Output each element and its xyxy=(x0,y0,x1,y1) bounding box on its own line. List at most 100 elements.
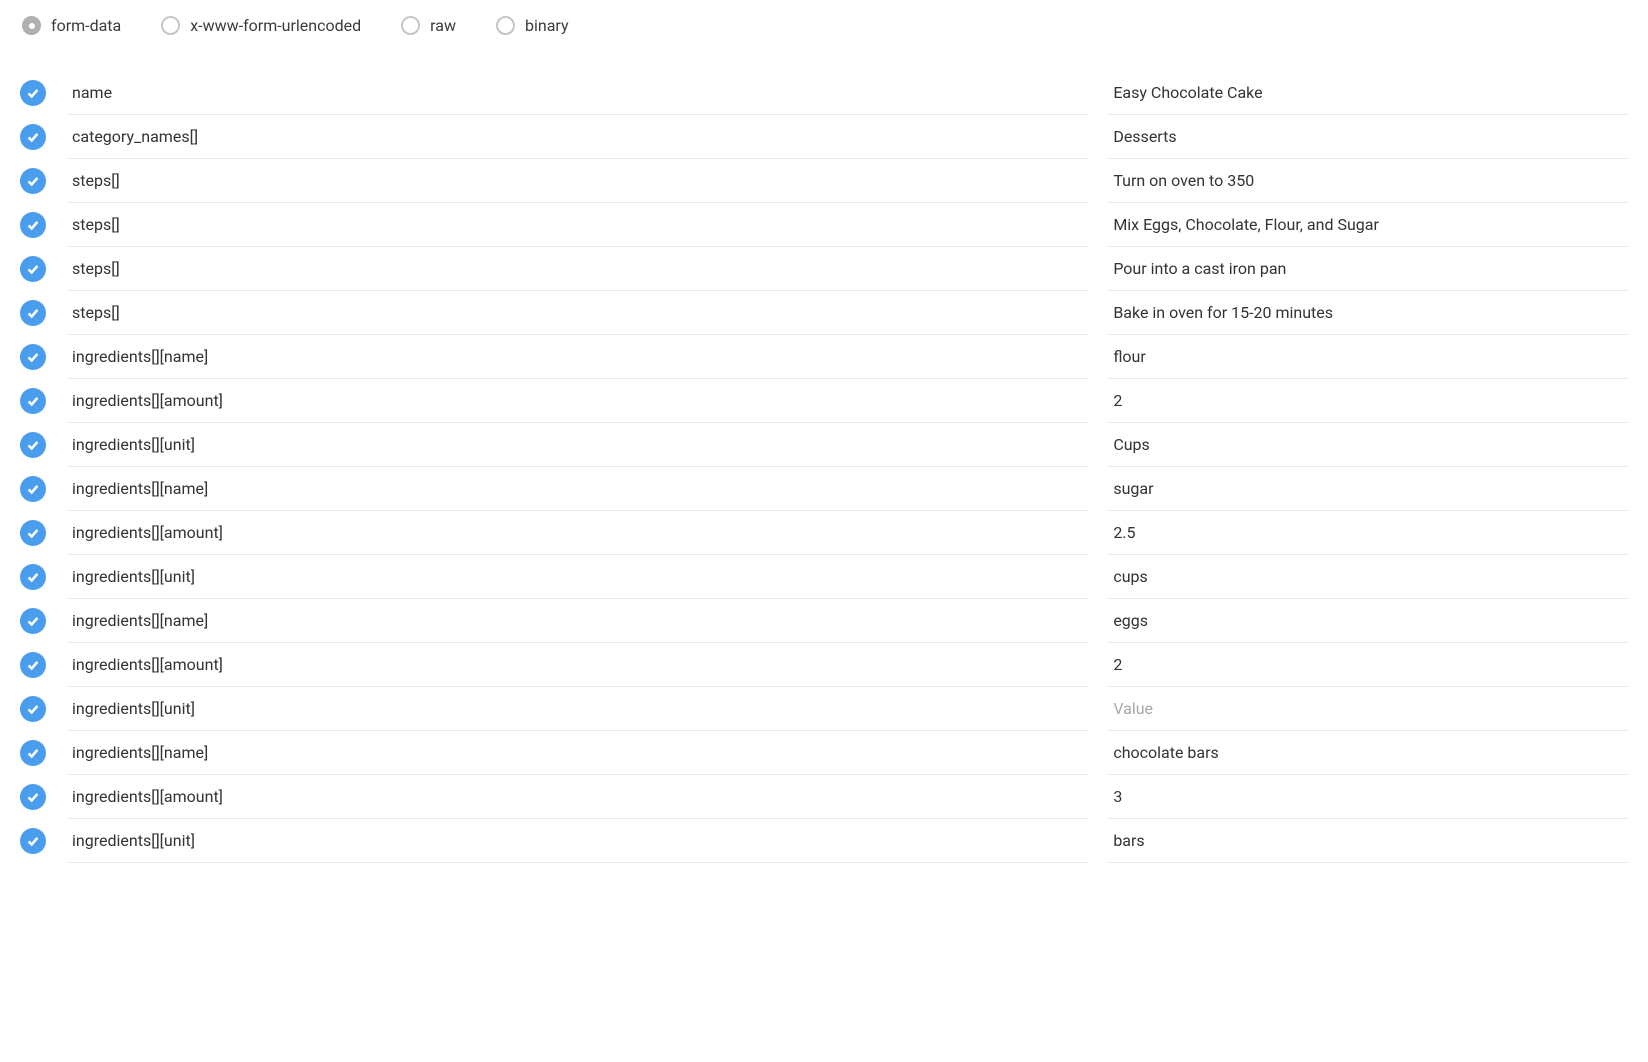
row-checkbox-wrap xyxy=(20,599,48,643)
value-input[interactable]: Cups xyxy=(1109,423,1628,467)
row-enabled-checkbox[interactable] xyxy=(20,476,46,502)
table-row: ingredients[][unit] Cups xyxy=(20,423,1628,467)
row-checkbox-wrap xyxy=(20,71,48,115)
key-input[interactable]: steps[] xyxy=(68,291,1089,335)
row-enabled-checkbox[interactable] xyxy=(20,520,46,546)
check-icon xyxy=(26,702,40,716)
row-checkbox-wrap xyxy=(20,555,48,599)
value-input[interactable]: 2.5 xyxy=(1109,511,1628,555)
table-row: ingredients[][name] chocolate bars xyxy=(20,731,1628,775)
row-enabled-checkbox[interactable] xyxy=(20,124,46,150)
value-input[interactable]: flour xyxy=(1109,335,1628,379)
row-checkbox-wrap xyxy=(20,115,48,159)
table-row: ingredients[][amount] 2 xyxy=(20,379,1628,423)
key-input[interactable]: ingredients[][unit] xyxy=(68,819,1089,863)
row-enabled-checkbox[interactable] xyxy=(20,300,46,326)
table-row: ingredients[][amount] 2.5 xyxy=(20,511,1628,555)
check-icon xyxy=(26,130,40,144)
table-row: ingredients[][unit] bars xyxy=(20,819,1628,863)
row-enabled-checkbox[interactable] xyxy=(20,564,46,590)
value-input[interactable]: 2 xyxy=(1109,643,1628,687)
check-icon xyxy=(26,746,40,760)
key-input[interactable]: ingredients[][name] xyxy=(68,599,1089,643)
check-icon xyxy=(26,306,40,320)
key-input[interactable]: ingredients[][amount] xyxy=(68,775,1089,819)
table-row: steps[] Bake in oven for 15-20 minutes xyxy=(20,291,1628,335)
value-input[interactable]: 3 xyxy=(1109,775,1628,819)
key-input[interactable]: steps[] xyxy=(68,203,1089,247)
key-input[interactable]: ingredients[][name] xyxy=(68,467,1089,511)
key-input[interactable]: ingredients[][name] xyxy=(68,335,1089,379)
value-input[interactable]: Bake in oven for 15-20 minutes xyxy=(1109,291,1628,335)
row-checkbox-wrap xyxy=(20,775,48,819)
value-input[interactable]: eggs xyxy=(1109,599,1628,643)
key-input[interactable]: ingredients[][amount] xyxy=(68,643,1089,687)
key-input[interactable]: ingredients[][unit] xyxy=(68,555,1089,599)
table-row: category_names[] Desserts xyxy=(20,115,1628,159)
table-row: steps[] Turn on oven to 350 xyxy=(20,159,1628,203)
check-icon xyxy=(26,570,40,584)
key-input[interactable]: ingredients[][name] xyxy=(68,731,1089,775)
check-icon xyxy=(26,86,40,100)
key-input[interactable]: ingredients[][amount] xyxy=(68,379,1089,423)
row-checkbox-wrap xyxy=(20,159,48,203)
value-input[interactable]: Mix Eggs, Chocolate, Flour, and Sugar xyxy=(1109,203,1628,247)
value-input[interactable]: Value xyxy=(1109,687,1628,731)
radio-label: raw xyxy=(430,16,456,35)
row-enabled-checkbox[interactable] xyxy=(20,608,46,634)
value-input[interactable]: Easy Chocolate Cake xyxy=(1109,71,1628,115)
row-enabled-checkbox[interactable] xyxy=(20,168,46,194)
key-input[interactable]: steps[] xyxy=(68,247,1089,291)
radio-form-data[interactable]: form-data xyxy=(22,16,121,35)
value-input[interactable]: Pour into a cast iron pan xyxy=(1109,247,1628,291)
value-input[interactable]: cups xyxy=(1109,555,1628,599)
row-enabled-checkbox[interactable] xyxy=(20,740,46,766)
table-row: steps[] Pour into a cast iron pan xyxy=(20,247,1628,291)
radio-binary[interactable]: binary xyxy=(496,16,569,35)
value-input[interactable]: bars xyxy=(1109,819,1628,863)
row-enabled-checkbox[interactable] xyxy=(20,80,46,106)
table-row: ingredients[][name] eggs xyxy=(20,599,1628,643)
row-checkbox-wrap xyxy=(20,467,48,511)
table-row: ingredients[][amount] 2 xyxy=(20,643,1628,687)
key-input[interactable]: ingredients[][amount] xyxy=(68,511,1089,555)
row-enabled-checkbox[interactable] xyxy=(20,212,46,238)
check-icon xyxy=(26,350,40,364)
row-checkbox-wrap xyxy=(20,643,48,687)
body-type-selector: form-data x-www-form-urlencoded raw bina… xyxy=(20,16,1628,35)
key-input[interactable]: name xyxy=(68,71,1089,115)
radio-icon xyxy=(161,16,180,35)
value-input[interactable]: 2 xyxy=(1109,379,1628,423)
row-enabled-checkbox[interactable] xyxy=(20,652,46,678)
row-enabled-checkbox[interactable] xyxy=(20,388,46,414)
value-input[interactable]: chocolate bars xyxy=(1109,731,1628,775)
key-input[interactable]: category_names[] xyxy=(68,115,1089,159)
row-enabled-checkbox[interactable] xyxy=(20,784,46,810)
value-input[interactable]: Turn on oven to 350 xyxy=(1109,159,1628,203)
row-checkbox-wrap xyxy=(20,819,48,863)
radio-label: form-data xyxy=(51,16,121,35)
value-input[interactable]: sugar xyxy=(1109,467,1628,511)
row-enabled-checkbox[interactable] xyxy=(20,828,46,854)
key-input[interactable]: ingredients[][unit] xyxy=(68,687,1089,731)
value-input[interactable]: Desserts xyxy=(1109,115,1628,159)
table-row: ingredients[][amount] 3 xyxy=(20,775,1628,819)
row-enabled-checkbox[interactable] xyxy=(20,696,46,722)
row-enabled-checkbox[interactable] xyxy=(20,256,46,282)
table-row: steps[] Mix Eggs, Chocolate, Flour, and S… xyxy=(20,203,1628,247)
radio-label: binary xyxy=(525,16,569,35)
row-checkbox-wrap xyxy=(20,291,48,335)
radio-x-www-form-urlencoded[interactable]: x-www-form-urlencoded xyxy=(161,16,361,35)
key-input[interactable]: ingredients[][unit] xyxy=(68,423,1089,467)
table-row: ingredients[][unit] cups xyxy=(20,555,1628,599)
row-enabled-checkbox[interactable] xyxy=(20,432,46,458)
check-icon xyxy=(26,438,40,452)
check-icon xyxy=(26,790,40,804)
table-row: ingredients[][name] flour xyxy=(20,335,1628,379)
radio-icon xyxy=(401,16,420,35)
check-icon xyxy=(26,834,40,848)
check-icon xyxy=(26,658,40,672)
key-input[interactable]: steps[] xyxy=(68,159,1089,203)
radio-raw[interactable]: raw xyxy=(401,16,456,35)
row-enabled-checkbox[interactable] xyxy=(20,344,46,370)
